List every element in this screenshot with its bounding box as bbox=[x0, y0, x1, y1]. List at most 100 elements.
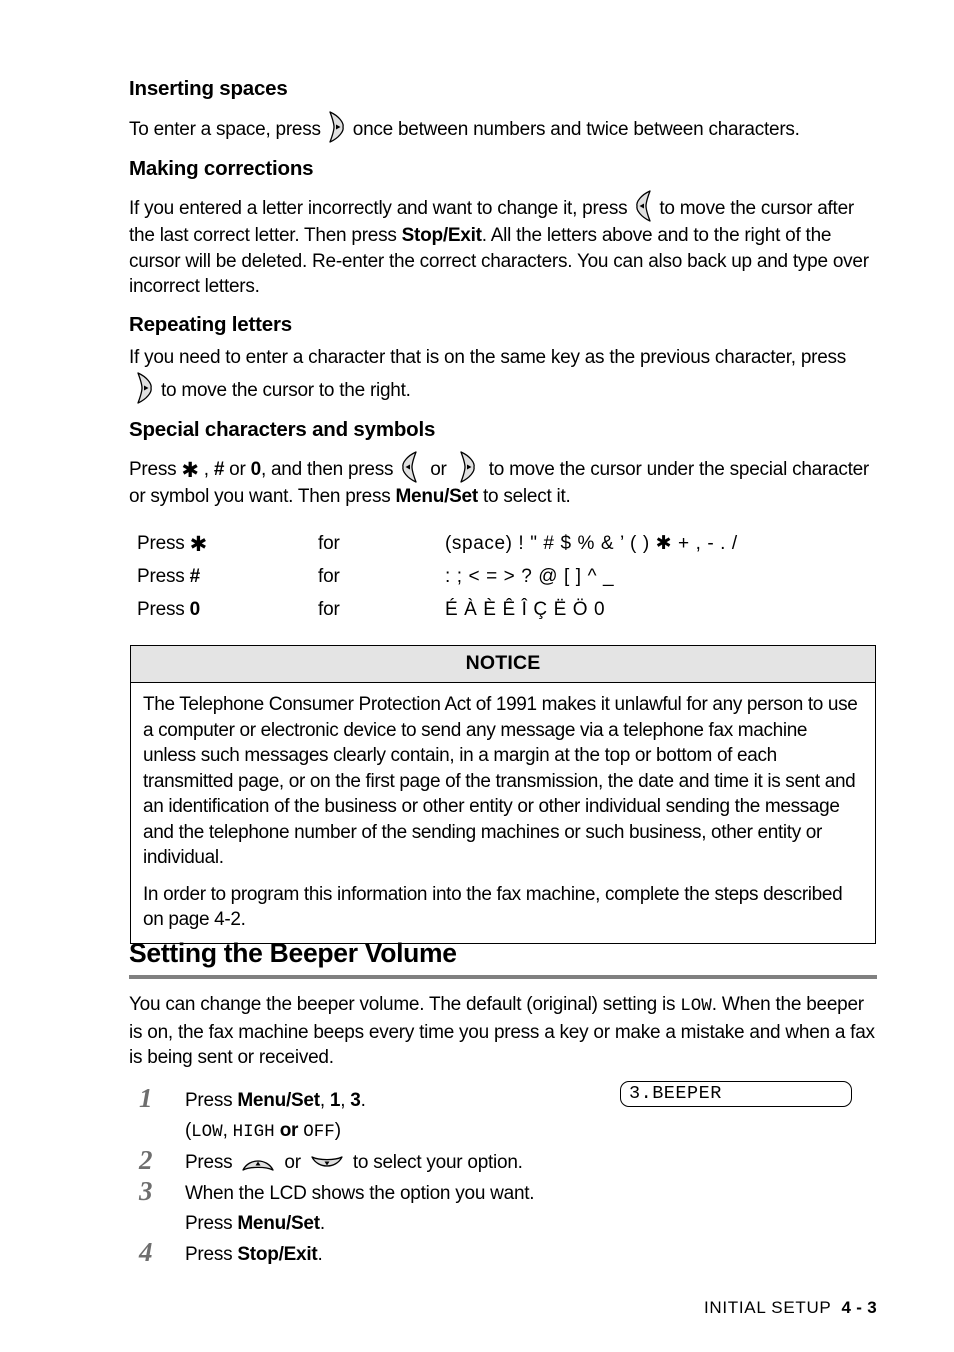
table-cell-key: Press 0 bbox=[137, 599, 318, 632]
special-character-table: Press ✱ for (space) ! " # $ % & ’ ( ) ✱ … bbox=[137, 532, 738, 632]
text-fragment: , bbox=[203, 459, 209, 481]
paragraph-beeper-intro: You can change the beeper volume. The de… bbox=[129, 992, 877, 1071]
hash-key-label: # bbox=[213, 459, 225, 481]
step-4: 4 Press Stop/Exit. bbox=[129, 1236, 877, 1270]
footer-page-number: 4 - 3 bbox=[841, 1298, 877, 1317]
text-fragment: or bbox=[229, 459, 246, 481]
value-low: LOW bbox=[680, 996, 712, 1016]
press-label: Press bbox=[137, 598, 185, 620]
text-fragment: Press bbox=[185, 1089, 233, 1111]
key-label-menu-set: Menu/Set bbox=[237, 1089, 320, 1111]
key-label-1: 1 bbox=[329, 1089, 341, 1111]
paragraph-inserting-spaces: To enter a space, press once between numb… bbox=[129, 110, 877, 144]
option-low: LOW bbox=[191, 1121, 223, 1142]
left-arrow-key-icon bbox=[396, 450, 422, 484]
right-arrow-key-icon bbox=[132, 371, 158, 405]
option-off: OFF bbox=[303, 1121, 335, 1142]
text-fragment: to select it. bbox=[482, 486, 571, 508]
step-2: 2 Press or to select your option. bbox=[129, 1144, 877, 1178]
text-fragment: , bbox=[319, 1089, 325, 1111]
text-fragment: You can change the beeper volume. The de… bbox=[129, 994, 676, 1015]
down-arrow-key-icon bbox=[309, 1153, 345, 1173]
hash-key-label: # bbox=[189, 565, 201, 587]
asterisk-key-icon: ✱ bbox=[189, 531, 208, 556]
notice-box: NOTICE The Telephone Consumer Protection… bbox=[130, 645, 876, 944]
text-fragment: or bbox=[279, 1119, 299, 1141]
lcd-display: 3.BEEPER bbox=[620, 1081, 852, 1107]
text-fragment: , bbox=[340, 1089, 346, 1111]
text-fragment: . bbox=[360, 1089, 366, 1111]
step-1-options: (LOW, HIGH or OFF) bbox=[185, 1116, 877, 1147]
text-fragment: Press bbox=[185, 1212, 233, 1234]
step-number: 3 bbox=[139, 1175, 153, 1206]
section-divider bbox=[129, 975, 877, 979]
table-cell-for: for bbox=[318, 565, 340, 587]
table-cell-chars: (space) ! " # $ % & ’ ( ) ✱ + , - . / bbox=[445, 532, 738, 554]
notice-paragraph: The Telephone Consumer Protection Act of… bbox=[143, 694, 858, 868]
heading-inserting-spaces: Inserting spaces bbox=[129, 77, 288, 100]
text-fragment: Press bbox=[185, 1151, 233, 1173]
footer-chapter: INITIAL SETUP bbox=[703, 1298, 832, 1317]
key-label-stop-exit: Stop/Exit bbox=[237, 1243, 318, 1265]
text-fragment: . bbox=[317, 1243, 323, 1265]
heading-making-corrections: Making corrections bbox=[129, 156, 314, 180]
left-arrow-key-icon bbox=[630, 189, 656, 223]
step-3-second-line: Press Menu/Set. bbox=[185, 1209, 877, 1239]
key-label-3: 3 bbox=[350, 1089, 361, 1111]
table-cell-for: for bbox=[318, 598, 340, 620]
table-row: Press # for : ; < = > ? @ [ ] ^ _ bbox=[137, 566, 738, 599]
notice-paragraph: In order to program this information int… bbox=[143, 883, 843, 931]
step-number: 2 bbox=[139, 1144, 153, 1175]
zero-key-label: 0 bbox=[250, 459, 262, 481]
text-fragment: If you need to enter a character that is… bbox=[129, 347, 847, 369]
table-cell-chars: É À È Ê Î Ç Ë Ö 0 bbox=[445, 598, 606, 620]
key-label-menu-set: Menu/Set bbox=[395, 486, 478, 508]
paragraph-making-corrections: If you entered a letter incorrectly and … bbox=[129, 189, 877, 300]
table-row: Press 0 for É À È Ê Î Ç Ë Ö 0 bbox=[137, 599, 738, 632]
paragraph-repeating-letters: If you need to enter a character that is… bbox=[129, 345, 877, 405]
page-title: Setting the Beeper Volume bbox=[129, 938, 457, 968]
table-cell-chars: : ; < = > ? @ [ ] ^ _ bbox=[445, 565, 615, 587]
right-arrow-key-icon bbox=[324, 110, 350, 144]
step-number: 4 bbox=[139, 1236, 153, 1267]
right-arrow-key-icon bbox=[455, 450, 481, 484]
zero-key-label: 0 bbox=[189, 598, 201, 620]
page-footer: INITIAL SETUP 4 - 3 bbox=[704, 1298, 877, 1318]
text-fragment: To enter a space, press bbox=[129, 118, 321, 140]
table-cell-for: for bbox=[318, 532, 340, 554]
step-3: 3 When the LCD shows the option you want… bbox=[129, 1175, 877, 1239]
paragraph-special-characters: Press ✱ , # or 0, and then press or to m… bbox=[129, 450, 877, 510]
step-number: 1 bbox=[139, 1082, 153, 1113]
text-fragment: When the LCD shows the option you want. bbox=[185, 1182, 535, 1204]
text-fragment: Press bbox=[129, 459, 177, 481]
heading-repeating-letters: Repeating letters bbox=[129, 312, 292, 336]
text-fragment: , and then press bbox=[260, 459, 394, 481]
lcd-text: 3.BEEPER bbox=[629, 1083, 722, 1104]
text-fragment: to select your option. bbox=[352, 1151, 523, 1173]
notice-body: The Telephone Consumer Protection Act of… bbox=[131, 683, 875, 943]
up-arrow-key-icon bbox=[240, 1153, 276, 1173]
text-fragment: If you entered a letter incorrectly and … bbox=[129, 198, 628, 220]
document-page: Inserting spaces To enter a space, press… bbox=[0, 0, 954, 1352]
text-fragment: or bbox=[284, 1151, 301, 1173]
text-fragment: Press bbox=[185, 1243, 233, 1265]
table-row: Press ✱ for (space) ! " # $ % & ’ ( ) ✱ … bbox=[137, 532, 738, 566]
key-label-stop-exit: Stop/Exit bbox=[401, 225, 482, 247]
text-fragment: or bbox=[430, 459, 447, 481]
step-list: 1 Press Menu/Set, 1, 3. (LOW, HIGH or OF… bbox=[129, 1082, 877, 1270]
text-fragment: ) bbox=[334, 1119, 341, 1141]
table-cell-key: Press # bbox=[137, 566, 318, 599]
text-fragment: , bbox=[222, 1119, 228, 1141]
notice-title: NOTICE bbox=[131, 646, 875, 683]
page-content: Inserting spaces To enter a space, press… bbox=[129, 77, 877, 632]
key-label-menu-set: Menu/Set bbox=[237, 1212, 320, 1234]
asterisk-key-icon: ✱ bbox=[181, 458, 199, 483]
press-label: Press bbox=[137, 565, 185, 587]
table-cell-key: Press ✱ bbox=[137, 532, 318, 566]
option-high: HIGH bbox=[232, 1121, 275, 1142]
text-fragment: to move the cursor to the right. bbox=[161, 379, 411, 401]
text-fragment: . bbox=[319, 1212, 325, 1234]
press-label: Press bbox=[137, 532, 185, 554]
text-fragment: once between numbers and twice between c… bbox=[352, 118, 800, 140]
heading-special-characters: Special characters and symbols bbox=[129, 417, 436, 441]
